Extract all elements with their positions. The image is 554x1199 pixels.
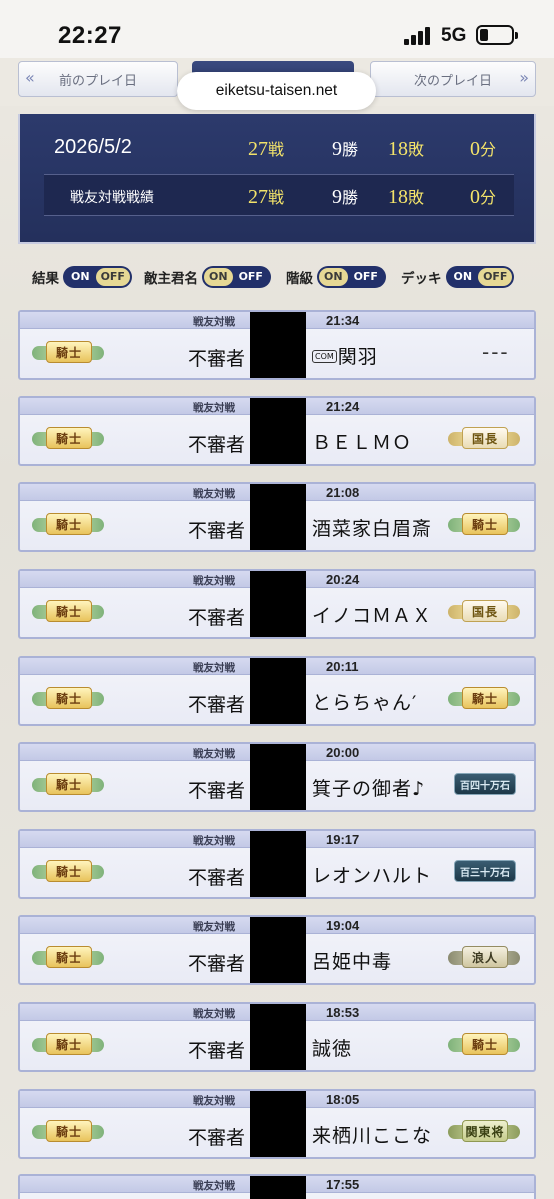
- opponent-rank-badge: 百三十万石: [444, 859, 524, 883]
- summary-date: 2026/5/2: [54, 136, 132, 158]
- redacted-block: [250, 398, 306, 464]
- redacted-block: [250, 484, 306, 550]
- prev-day-button[interactable]: « 前のプレイ日: [18, 61, 178, 97]
- total-draws: 0分: [470, 138, 497, 160]
- player-name: 不審者: [187, 520, 245, 542]
- player-rank-badge: 騎士: [28, 1119, 108, 1143]
- battle-row[interactable]: 戦友対戦 18:05 騎士 不審者 来栖川ここな 関東将: [18, 1089, 536, 1159]
- player-rank-badge: 騎士: [28, 686, 108, 710]
- battle-row[interactable]: 戦友対戦 20:24 騎士 不審者 イノコＭＡＸ 国長: [18, 569, 536, 639]
- status-time: 22:27: [58, 22, 122, 49]
- player-name: 不審者: [187, 1040, 245, 1062]
- opponent-rank-none: ---: [482, 340, 510, 364]
- battle-row[interactable]: 戦友対戦 19:17 騎士 不審者 レオンハルト 百三十万石: [18, 829, 536, 899]
- player-name: 不審者: [187, 434, 245, 456]
- battle-row[interactable]: 戦友対戦 18:53 騎士 不審者 誠徳 騎士: [18, 1002, 536, 1072]
- battle-row[interactable]: 戦友対戦 21:24 騎士 不審者 ＢＥＬＭＯ 国長: [18, 396, 536, 466]
- opponent-rank-badge: 国長: [444, 426, 524, 450]
- redacted-block: [250, 571, 306, 637]
- day-navigation: « 前のプレイ日 次のプレイ日 » eiketsu-taisen.net: [0, 58, 554, 110]
- url-bar[interactable]: eiketsu-taisen.net: [177, 72, 376, 110]
- toggle-deck-switch[interactable]: ON OFF: [445, 266, 515, 288]
- network-type: 5G: [441, 25, 467, 46]
- status-bar: 22:27 5G: [0, 0, 554, 58]
- signal-icon: [404, 27, 434, 45]
- battle-row[interactable]: 戦友対戦 17:55: [18, 1174, 536, 1199]
- display-toggles: 結果 ON OFF 敵主君名 ON OFF 階級 ON OFF デッキ ON OFF: [0, 264, 554, 290]
- summary-friend-row: 戦友対戦戦績 27戦 9勝 18敗 0分: [44, 174, 514, 216]
- friend-wins: 9勝: [332, 186, 359, 208]
- redacted-block: [250, 312, 306, 378]
- toggle-deck[interactable]: デッキ ON OFF: [401, 264, 515, 290]
- url-text: eiketsu-taisen.net: [215, 82, 338, 99]
- toggle-rank[interactable]: 階級 ON OFF: [286, 264, 386, 290]
- chevron-left-icon: «: [25, 68, 35, 87]
- player-rank-badge: 騎士: [28, 945, 108, 969]
- player-name: 不審者: [187, 348, 245, 370]
- opponent-name: ＢＥＬＭＯ: [312, 432, 413, 454]
- battle-row[interactable]: 戦友対戦 20:11 騎士 不審者 とらちゃん′ 騎士: [18, 656, 536, 726]
- redacted-block: [250, 917, 306, 983]
- toggle-enemy-lord[interactable]: 敵主君名 ON OFF: [144, 264, 271, 290]
- player-rank-badge: 騎士: [28, 426, 108, 450]
- toggle-result-switch[interactable]: ON OFF: [63, 266, 132, 288]
- opponent-rank-badge: 騎士: [444, 686, 524, 710]
- player-name: 不審者: [187, 953, 245, 975]
- opponent-name: とらちゃん′: [312, 692, 418, 714]
- prev-day-label: 前のプレイ日: [58, 73, 137, 89]
- player-name: 不審者: [187, 867, 245, 889]
- friend-losses: 18敗: [388, 186, 425, 208]
- player-rank-badge: 騎士: [28, 599, 108, 623]
- friend-battle-label: 戦友対戦戦績: [70, 190, 154, 206]
- battle-row[interactable]: 戦友対戦 21:34 騎士 不審者 COM 関羽 ---: [18, 310, 536, 380]
- opponent-name: COM 関羽: [312, 342, 378, 369]
- opponent-name: 誠徳: [312, 1038, 353, 1060]
- opponent-name: 呂姫中毒: [312, 951, 393, 973]
- player-name: 不審者: [187, 1127, 245, 1149]
- battle-row[interactable]: 戦友対戦 21:08 騎士 不審者 酒菜家白眉斎 騎士: [18, 482, 536, 552]
- opponent-name: レオンハルト: [312, 865, 433, 887]
- next-day-label: 次のプレイ日: [413, 73, 492, 89]
- redacted-block: [250, 831, 306, 897]
- player-name: 不審者: [187, 694, 245, 716]
- toggle-result[interactable]: 結果 ON OFF: [32, 264, 132, 290]
- opponent-name: 箕子の御者♪: [312, 778, 426, 800]
- opponent-rank-badge: 関東将: [444, 1119, 524, 1143]
- battery-icon: [476, 25, 518, 45]
- friend-draws: 0分: [470, 186, 497, 208]
- opponent-name: イノコＭＡＸ: [312, 605, 433, 627]
- total-battles: 27戦: [248, 138, 285, 160]
- toggle-enemy-lord-switch[interactable]: ON OFF: [202, 266, 271, 288]
- player-rank-badge: 騎士: [28, 1032, 108, 1056]
- opponent-rank-badge: 騎士: [444, 512, 524, 536]
- com-icon: COM: [312, 350, 337, 363]
- opponent-rank-badge: 浪人: [444, 945, 524, 969]
- redacted-block: [250, 744, 306, 810]
- player-rank-badge: 騎士: [28, 859, 108, 883]
- player-rank-badge: 騎士: [28, 772, 108, 796]
- player-rank-badge: 騎士: [28, 512, 108, 536]
- toggle-rank-switch[interactable]: ON OFF: [317, 266, 386, 288]
- player-name: 不審者: [187, 780, 245, 802]
- opponent-rank-badge: 騎士: [444, 1032, 524, 1056]
- chevron-right-icon: »: [519, 68, 529, 87]
- player-name: 不審者: [187, 607, 245, 629]
- total-wins: 9勝: [332, 138, 359, 160]
- redacted-block: [250, 1176, 306, 1199]
- redacted-block: [250, 658, 306, 724]
- opponent-name: 酒菜家白眉斎: [312, 518, 433, 540]
- player-rank-badge: 騎士: [28, 340, 108, 364]
- opponent-rank-badge: 国長: [444, 599, 524, 623]
- next-day-button[interactable]: 次のプレイ日 »: [370, 61, 536, 97]
- redacted-block: [250, 1091, 306, 1157]
- opponent-name: 来栖川ここな: [312, 1125, 433, 1147]
- friend-battles: 27戦: [248, 186, 285, 208]
- battle-row[interactable]: 戦友対戦 20:00 騎士 不審者 箕子の御者♪ 百四十万石: [18, 742, 536, 812]
- summary-total-row: 2026/5/2 27戦 9勝 18敗 0分: [20, 130, 534, 170]
- total-losses: 18敗: [388, 138, 425, 160]
- battle-row[interactable]: 戦友対戦 19:04 騎士 不審者 呂姫中毒 浪人: [18, 915, 536, 985]
- opponent-rank-badge: 百四十万石: [444, 772, 524, 796]
- redacted-block: [250, 1004, 306, 1070]
- daily-summary-panel: 2026/5/2 27戦 9勝 18敗 0分 戦友対戦戦績 27戦 9勝 18敗…: [18, 114, 536, 244]
